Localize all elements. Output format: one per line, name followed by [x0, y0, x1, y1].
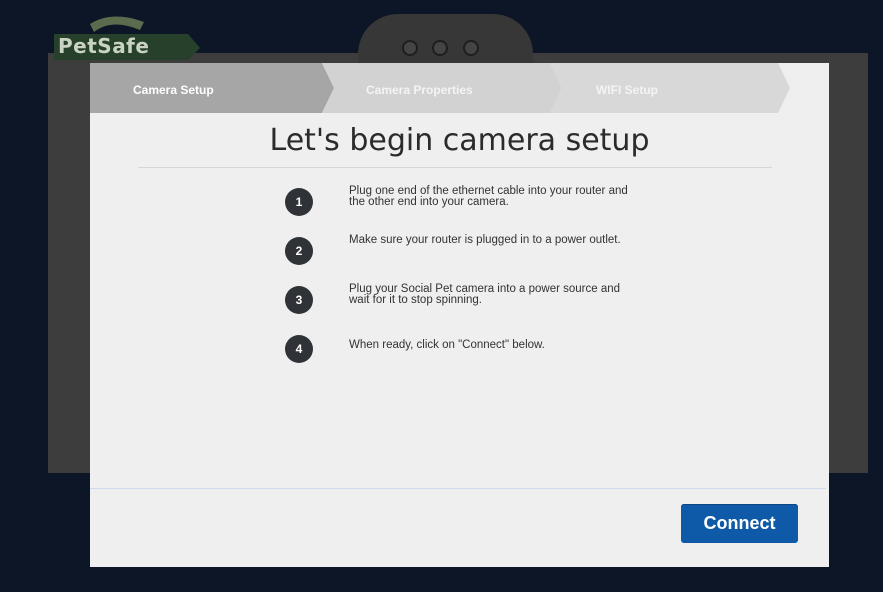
- instruction-text: When ready, click on "Connect" below.: [349, 339, 545, 351]
- list-item: 3 Plug your Social Pet camera into a pow…: [285, 281, 705, 327]
- footer-divider: [90, 488, 826, 489]
- instruction-text: Plug your Social Pet camera into a power…: [349, 283, 621, 306]
- instruction-text: Make sure your router is plugged in to a…: [349, 234, 621, 246]
- page-title: Let's begin camera setup: [269, 123, 650, 158]
- logo-text: PetSafe: [58, 34, 150, 58]
- title-divider: [138, 167, 772, 168]
- camera-lenses: [402, 40, 489, 61]
- step-number-badge: 2: [285, 237, 313, 265]
- list-item: 1 Plug one end of the ethernet cable int…: [285, 183, 705, 229]
- instruction-list: 1 Plug one end of the ethernet cable int…: [285, 183, 705, 379]
- step-camera-setup[interactable]: Camera Setup: [133, 83, 214, 97]
- list-item: 4 When ready, click on "Connect" below.: [285, 330, 705, 376]
- instruction-text: Plug one end of the ethernet cable into …: [349, 185, 628, 208]
- step-number-badge: 4: [285, 335, 313, 363]
- step-number-badge: 1: [285, 188, 313, 216]
- list-item: 2 Make sure your router is plugged in to…: [285, 232, 705, 278]
- step-number-badge: 3: [285, 286, 313, 314]
- step-wifi-setup-shape: [550, 63, 790, 113]
- step-camera-properties[interactable]: Camera Properties: [366, 83, 473, 97]
- camera-setup-modal: Camera Setup Camera Properties WIFI Setu…: [90, 63, 829, 567]
- camera-lens-icon: [462, 40, 479, 56]
- camera-lens-icon: [402, 40, 418, 56]
- connect-button[interactable]: Connect: [681, 504, 798, 543]
- camera-lens-icon: [432, 40, 449, 56]
- step-wifi-setup[interactable]: WIFI Setup: [596, 83, 658, 97]
